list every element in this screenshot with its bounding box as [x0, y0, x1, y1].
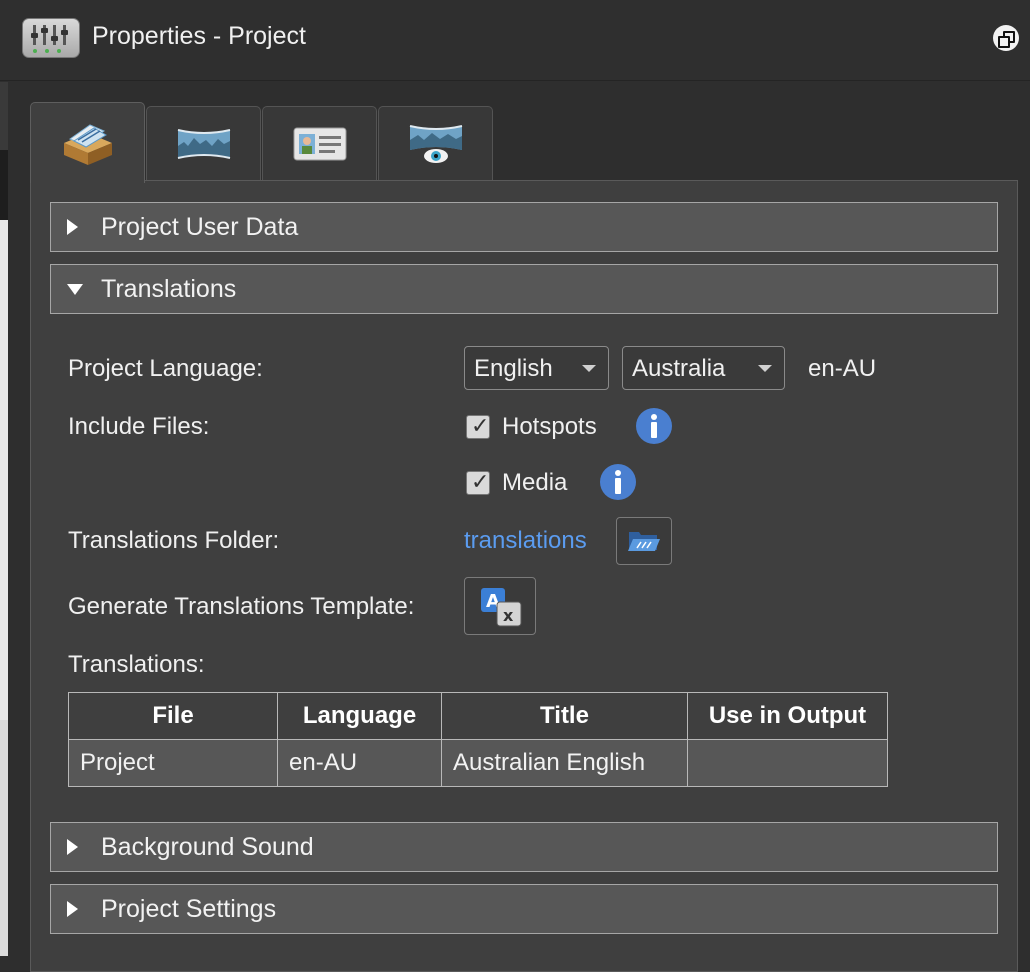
column-header-file[interactable]: File [68, 692, 278, 740]
project-language-label: Project Language: [68, 355, 263, 382]
expand-arrow-icon [67, 839, 78, 855]
cell-language[interactable]: en-AU [277, 739, 442, 787]
region-select-value: Australia [632, 355, 726, 382]
restore-window-icon[interactable] [993, 25, 1019, 51]
tab-panorama[interactable] [146, 106, 261, 181]
section-background-sound[interactable]: Background Sound [50, 822, 998, 872]
background-window-footer [0, 720, 8, 956]
translations-folder-label: Translations Folder: [68, 527, 280, 554]
section-title: Background Sound [101, 833, 314, 861]
generate-template-button[interactable]: A x [464, 577, 536, 635]
section-project-user-data[interactable]: Project User Data [50, 202, 998, 252]
browse-folder-button[interactable] [616, 517, 672, 565]
background-window-toolbar [0, 150, 8, 220]
tab-project[interactable] [30, 102, 145, 183]
checkmark-icon: ✓ [471, 470, 490, 495]
media-info-icon[interactable] [600, 464, 636, 500]
collapse-arrow-icon [67, 284, 83, 295]
tab-metadata[interactable] [262, 106, 377, 181]
region-select[interactable]: Australia [622, 346, 785, 390]
section-title: Project Settings [101, 895, 277, 923]
translations-table: File Language Title Use in Output Projec… [68, 692, 888, 787]
tab-viewer[interactable] [378, 106, 493, 181]
project-box-icon [63, 124, 112, 165]
hotspots-info-icon[interactable] [636, 408, 672, 444]
media-checkbox[interactable]: ✓ [466, 470, 490, 495]
open-folder-icon [628, 532, 660, 551]
language-select[interactable]: English [464, 346, 609, 390]
window-title: Properties - Project [92, 22, 306, 50]
column-header-use-in-output[interactable]: Use in Output [687, 692, 888, 740]
properties-app-icon [22, 18, 80, 58]
expand-arrow-icon [67, 219, 78, 235]
locale-code: en-AU [808, 355, 877, 382]
chevron-down-icon [758, 365, 772, 372]
section-project-settings[interactable]: Project Settings [50, 884, 998, 934]
checkmark-icon: ✓ [471, 414, 490, 439]
translations-table-label: Translations: [68, 651, 205, 678]
panorama-icon [177, 129, 230, 159]
expand-arrow-icon [67, 901, 78, 917]
column-header-title[interactable]: Title [441, 692, 688, 740]
translations-folder-link[interactable]: translations [464, 527, 587, 555]
section-translations[interactable]: Translations [50, 264, 998, 314]
generate-template-label: Generate Translations Template: [68, 593, 415, 620]
cell-title[interactable]: Australian English [441, 739, 688, 787]
cell-use-in-output[interactable] [687, 739, 888, 787]
hotspots-checkbox[interactable]: ✓ [466, 414, 490, 439]
translate-icon: A x [481, 588, 522, 627]
section-title: Project User Data [101, 213, 299, 241]
include-files-label: Include Files: [68, 413, 210, 440]
cell-file[interactable]: Project [68, 739, 278, 787]
language-select-value: English [474, 355, 553, 382]
svg-text:x: x [503, 606, 514, 625]
section-title: Translations [101, 275, 237, 303]
column-header-language[interactable]: Language [277, 692, 442, 740]
chevron-down-icon [582, 365, 596, 372]
media-label: Media [502, 469, 568, 496]
panorama-viewer-icon [409, 125, 462, 163]
table-header-row: File Language Title Use in Output [68, 692, 888, 740]
table-row[interactable]: Project en-AU Australian English [68, 739, 888, 787]
hotspots-label: Hotspots [502, 413, 597, 440]
id-card-icon [293, 127, 346, 161]
